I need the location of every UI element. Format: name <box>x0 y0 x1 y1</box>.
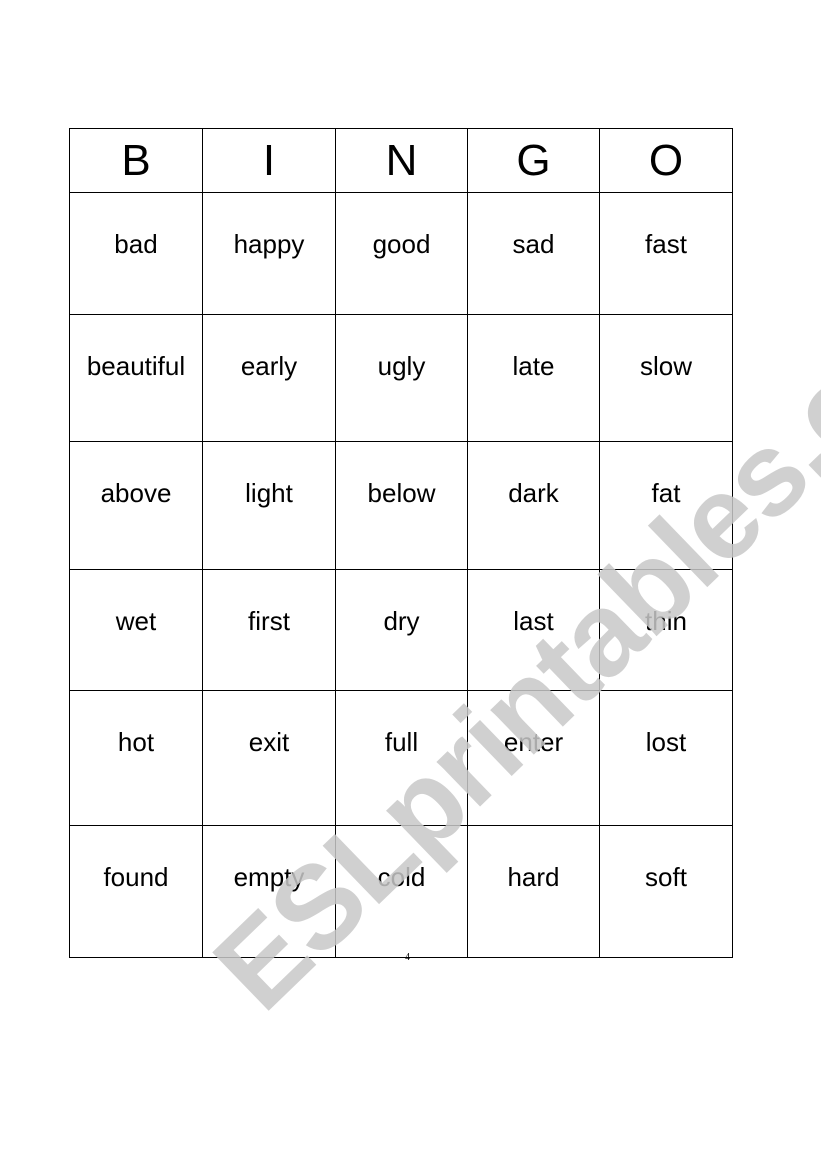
bingo-cell: beautiful <box>69 314 203 442</box>
bingo-word: empty <box>233 862 305 892</box>
bingo-word: found <box>103 862 169 892</box>
bingo-word: full <box>384 727 419 757</box>
page-number: 4 <box>405 952 410 963</box>
bingo-row: hot exit full enter lost <box>69 690 733 826</box>
bingo-word: beautiful <box>86 351 186 381</box>
bingo-cell: exit <box>202 690 336 826</box>
bingo-word: dry <box>383 606 420 636</box>
bingo-cell: first <box>202 569 336 691</box>
bingo-cell: thin <box>599 569 733 691</box>
bingo-cell: late <box>467 314 600 442</box>
bingo-row: beautiful early ugly late slow <box>69 314 733 442</box>
bingo-cell: hot <box>69 690 203 826</box>
bingo-row: bad happy good sad fast <box>69 192 733 315</box>
bingo-word: above <box>100 478 172 508</box>
bingo-cell: dry <box>335 569 468 691</box>
bingo-cell: dark <box>467 441 600 570</box>
bingo-row: above light below dark fat <box>69 441 733 570</box>
bingo-cell: fast <box>599 192 733 315</box>
bingo-cell: ugly <box>335 314 468 442</box>
bingo-cell: below <box>335 441 468 570</box>
bingo-cell: good <box>335 192 468 315</box>
bingo-header-row: B I N G O <box>69 128 733 193</box>
bingo-cell: full <box>335 690 468 826</box>
bingo-word: fat <box>651 478 681 508</box>
bingo-cell: light <box>202 441 336 570</box>
bingo-word: enter <box>503 727 564 757</box>
bingo-word: good <box>372 229 431 259</box>
bingo-word: happy <box>233 229 305 259</box>
bingo-word: thin <box>645 606 687 636</box>
bingo-word: fast <box>645 229 687 259</box>
bingo-word: lost <box>645 727 687 757</box>
bingo-row: wet first dry last thin <box>69 569 733 691</box>
bingo-word: dark <box>508 478 559 508</box>
bingo-cell: soft <box>599 825 733 958</box>
bingo-word: below <box>367 478 436 508</box>
bingo-cell: fat <box>599 441 733 570</box>
bingo-cell: found <box>69 825 203 958</box>
bingo-cell: enter <box>467 690 600 826</box>
bingo-word: light <box>245 478 293 508</box>
bingo-cell: slow <box>599 314 733 442</box>
bingo-word: ugly <box>377 351 426 381</box>
bingo-word: wet <box>115 606 157 636</box>
bingo-word: last <box>513 606 554 636</box>
bingo-word: bad <box>114 229 158 259</box>
bingo-word: soft <box>645 862 687 892</box>
bingo-word: late <box>512 351 555 381</box>
bingo-cell: lost <box>599 690 733 826</box>
bingo-word: slow <box>639 351 692 381</box>
bingo-word: hot <box>117 727 155 757</box>
bingo-cell: cold <box>335 825 468 958</box>
header-letter: O <box>599 128 733 193</box>
header-letter: G <box>467 128 600 193</box>
bingo-cell: bad <box>69 192 203 315</box>
bingo-cell: empty <box>202 825 336 958</box>
bingo-row: found empty cold hard soft <box>69 825 733 958</box>
bingo-word: exit <box>248 727 290 757</box>
bingo-cell: hard <box>467 825 600 958</box>
header-letter: B <box>69 128 203 193</box>
bingo-cell: above <box>69 441 203 570</box>
bingo-word: cold <box>377 862 426 892</box>
bingo-cell: early <box>202 314 336 442</box>
bingo-cell: last <box>467 569 600 691</box>
bingo-cell: happy <box>202 192 336 315</box>
bingo-word: first <box>248 606 290 636</box>
bingo-card: B I N G O bad happy good sad fast beautiful ea… <box>69 128 733 958</box>
bingo-word: early <box>240 351 298 381</box>
bingo-word: sad <box>512 229 555 259</box>
bingo-word: hard <box>507 862 560 892</box>
header-letter: N <box>335 128 468 193</box>
bingo-cell: wet <box>69 569 203 691</box>
bingo-cell: sad <box>467 192 600 315</box>
header-letter: I <box>202 128 336 193</box>
